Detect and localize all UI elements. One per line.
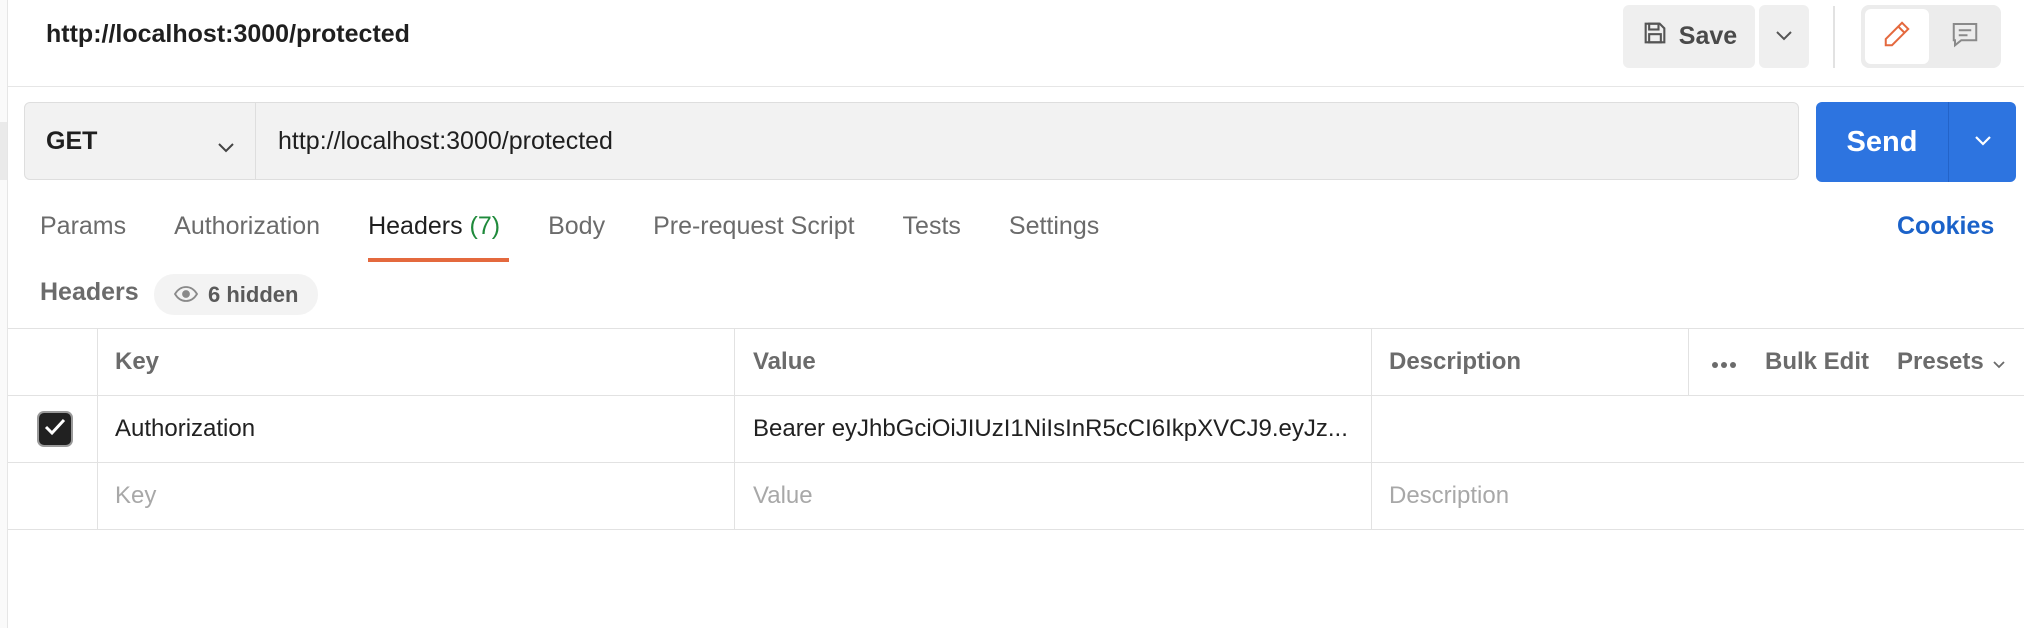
sidebar-edge-marker [0, 122, 7, 180]
view-mode-toggle [1861, 5, 2001, 68]
header-key-cell[interactable]: Authorization [98, 396, 735, 462]
pencil-icon [1882, 19, 1912, 54]
request-header-bar: http://localhost:3000/protected Save [8, 0, 2024, 87]
table-tools: Bulk Edit Presets [1688, 329, 2024, 395]
headers-table: Key Value Description Bulk Edit Presets [8, 328, 2024, 530]
save-button[interactable]: Save [1623, 5, 1755, 68]
comments-mode-button[interactable] [1933, 9, 1997, 64]
row-checkbox-cell [8, 396, 98, 462]
presets-dropdown[interactable]: Presets [1897, 348, 2006, 376]
tab-body[interactable]: Body [548, 212, 605, 262]
send-button[interactable]: Send [1816, 102, 1949, 182]
chevron-down-icon [1775, 28, 1793, 46]
description-column-header: Description [1389, 348, 1522, 375]
value-column-header: Value [735, 329, 1372, 395]
send-options-button[interactable] [1949, 102, 2016, 182]
checkbox-column-header [8, 329, 98, 395]
save-icon [1641, 19, 1669, 54]
hidden-headers-label: 6 hidden [208, 281, 299, 307]
headers-section-title: Headers [40, 278, 139, 306]
tab-pre-request-script[interactable]: Pre-request Script [653, 212, 854, 262]
table-row-new: Key Value Description [8, 463, 2024, 530]
tab-label: Authorization [174, 212, 321, 240]
presets-label: Presets [1897, 348, 1984, 375]
checkmark-icon [44, 415, 66, 443]
tab-label: Pre-request Script [653, 212, 855, 240]
tab-tests[interactable]: Tests [903, 212, 961, 262]
tab-count-badge: (7) [469, 212, 501, 240]
tab-settings[interactable]: Settings [1009, 212, 1099, 262]
bulk-edit-button[interactable]: Bulk Edit [1765, 348, 1869, 376]
row-checkbox-cell [8, 463, 98, 529]
header-description-cell[interactable] [1372, 396, 2024, 462]
tab-label: Headers [368, 212, 463, 240]
chevron-down-icon [1974, 133, 1992, 151]
edit-mode-button[interactable] [1865, 9, 1929, 64]
table-row: Authorization Bearer eyJhbGciOiJIUzI1NiI… [8, 396, 2024, 463]
tab-label: Body [548, 212, 606, 240]
chevron-down-icon [217, 131, 235, 160]
tab-label: Params [40, 212, 127, 240]
new-value-input[interactable]: Value [735, 463, 1372, 529]
chevron-down-icon [1992, 348, 2006, 376]
tab-params[interactable]: Params [40, 212, 126, 262]
eye-icon [173, 282, 199, 308]
tab-authorization[interactable]: Authorization [174, 212, 320, 262]
save-button-label: Save [1678, 22, 1738, 50]
request-title[interactable]: http://localhost:3000/protected [46, 20, 410, 49]
cookies-link[interactable]: Cookies [1897, 212, 1994, 241]
tab-headers[interactable]: Headers (7) [368, 212, 510, 262]
tab-label: Tests [902, 212, 961, 240]
row-enabled-checkbox[interactable] [38, 413, 71, 445]
method-select[interactable]: GET [25, 103, 256, 179]
table-header-row: Key Value Description Bulk Edit Presets [8, 329, 2024, 396]
new-description-input[interactable]: Description [1372, 463, 2024, 529]
request-tabs: Params Authorization Headers (7) Body Pr… [40, 212, 1147, 262]
header-value-cell[interactable]: Bearer eyJhbGciOiJIUzI1NiIsInR5cCI6IkpXV… [735, 396, 1372, 462]
sidebar-edge [0, 0, 8, 628]
method-value: GET [46, 126, 98, 155]
hidden-headers-toggle[interactable]: 6 hidden [154, 274, 319, 315]
toolbar-divider [1833, 6, 1835, 68]
comment-icon [1950, 19, 1980, 54]
new-key-input[interactable]: Key [98, 463, 735, 529]
save-options-button[interactable] [1759, 5, 1809, 68]
send-button-group: Send [1816, 102, 2016, 182]
save-button-group: Save [1623, 5, 1809, 68]
more-horizontal-icon[interactable] [1711, 348, 1737, 376]
key-column-header: Key [98, 329, 735, 395]
url-bar: GET [24, 102, 1799, 180]
tab-label: Settings [1008, 212, 1100, 240]
url-input[interactable] [256, 103, 1798, 179]
